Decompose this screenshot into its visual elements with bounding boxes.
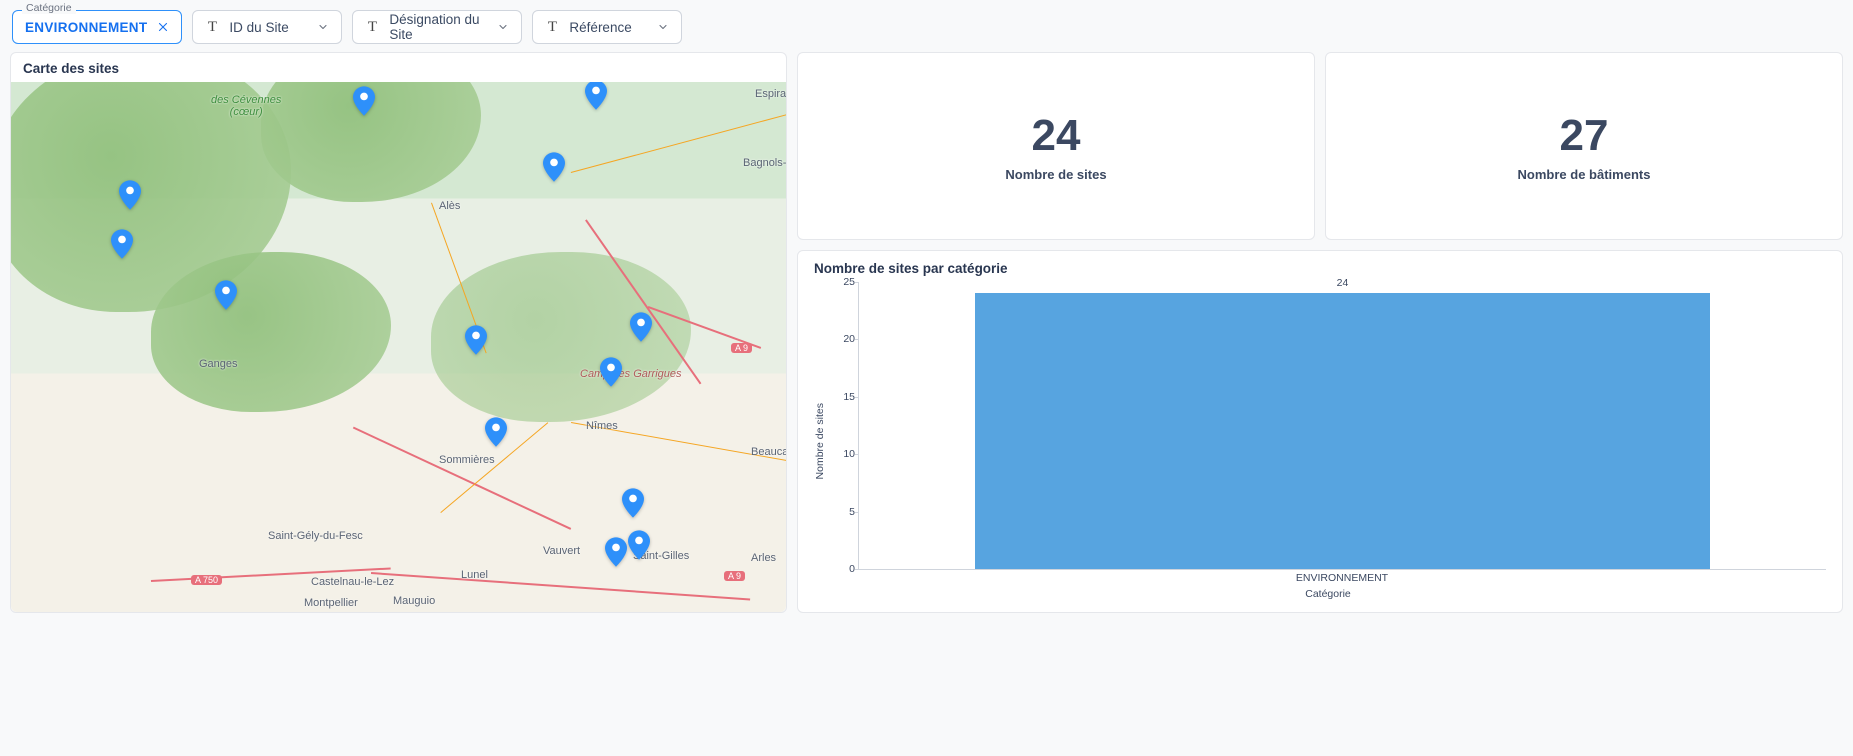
- chart-card: Nombre de sites par catégorie Nombre de …: [797, 250, 1843, 613]
- right-column: 24 Nombre de sites 27 Nombre de bâtiment…: [797, 52, 1843, 613]
- map-pin[interactable]: [465, 325, 487, 355]
- map-pin[interactable]: [585, 82, 607, 110]
- chart-bar-label: 24: [975, 277, 1710, 289]
- chevron-down-icon: [317, 21, 329, 33]
- chart-ytick: 25: [831, 276, 855, 288]
- map-town-label: Saint-Gély-du-Fesc: [268, 530, 363, 542]
- stat-sites: 24 Nombre de sites: [797, 52, 1315, 240]
- map-town-label: Vauvert: [543, 545, 580, 557]
- map-town-label: Alès: [439, 200, 460, 212]
- road-badge: A 9: [724, 571, 745, 581]
- map-pin[interactable]: [119, 180, 141, 210]
- filter-site-id-pill[interactable]: T ID du Site: [192, 10, 342, 44]
- filter-reference: T Référence: [532, 10, 682, 44]
- text-icon: T: [205, 19, 219, 36]
- map-town-label: Beaucaire: [751, 446, 786, 458]
- map-town-label: Espira: [755, 88, 786, 100]
- map-pin[interactable]: [605, 537, 627, 567]
- map-pin[interactable]: [111, 229, 133, 259]
- filter-category-value: ENVIRONNEMENT: [25, 20, 147, 35]
- map-pin[interactable]: [215, 280, 237, 310]
- chart-ytick: 5: [831, 506, 855, 518]
- stats-row: 24 Nombre de sites 27 Nombre de bâtiment…: [797, 52, 1843, 240]
- map-pin[interactable]: [630, 312, 652, 342]
- map-town-label: Sommières: [439, 454, 495, 466]
- chart-xlabel: Catégorie: [830, 588, 1826, 600]
- filter-site-id: T ID du Site: [192, 10, 342, 44]
- filter-category: Catégorie ENVIRONNEMENT: [12, 10, 182, 44]
- map-town-label: Bagnols-sur-Cèze: [743, 157, 786, 169]
- chart-ytick: 10: [831, 448, 855, 460]
- chart: Nombre de sites 051015202524 ENVIRONNEME…: [814, 282, 1826, 600]
- map-town-label: Lunel: [461, 569, 488, 581]
- map-title: Carte des sites: [11, 53, 786, 76]
- map-pin[interactable]: [622, 488, 644, 518]
- filter-designation-label: Désignation du Site: [389, 12, 487, 42]
- stat-buildings-label: Nombre de bâtiments: [1518, 167, 1651, 182]
- chart-ytick: 15: [831, 391, 855, 403]
- main-grid: Carte des sites des Cévennes(cœur) Alès Ga…: [0, 52, 1853, 623]
- chart-ylabel: Nombre de sites: [814, 403, 826, 479]
- chevron-down-icon: [657, 21, 669, 33]
- chart-ytick: 20: [831, 333, 855, 345]
- filter-designation: T Désignation du Site: [352, 10, 522, 44]
- filter-bar: Catégorie ENVIRONNEMENT T ID du Site T D…: [0, 0, 1853, 52]
- chart-plot[interactable]: 051015202524: [858, 282, 1826, 570]
- chart-ytick: 0: [831, 563, 855, 575]
- road-badge: A 9: [731, 343, 752, 353]
- map-town-label: Arles: [751, 552, 776, 564]
- map-pin[interactable]: [543, 152, 565, 182]
- map[interactable]: des Cévennes(cœur) Alès Ganges Nîmes Sommièr…: [11, 82, 786, 612]
- stat-sites-label: Nombre de sites: [1005, 167, 1106, 182]
- map-town-label: Camp des Garrigues: [580, 368, 682, 380]
- filter-category-label: Catégorie: [22, 2, 76, 14]
- filter-site-id-label: ID du Site: [229, 20, 307, 35]
- stat-buildings: 27 Nombre de bâtiments: [1325, 52, 1843, 240]
- map-town-label: Montpellier: [304, 597, 358, 609]
- stat-sites-value: 24: [1032, 111, 1081, 161]
- filter-designation-pill[interactable]: T Désignation du Site: [352, 10, 522, 44]
- road-badge: A 750: [191, 575, 222, 585]
- chart-bar[interactable]: 24: [975, 293, 1710, 569]
- filter-reference-pill[interactable]: T Référence: [532, 10, 682, 44]
- map-card: Carte des sites des Cévennes(cœur) Alès Ga…: [10, 52, 787, 613]
- text-icon: T: [365, 19, 379, 36]
- map-pin[interactable]: [353, 86, 375, 116]
- map-town-label: des Cévennes(cœur): [211, 94, 281, 118]
- clear-category-icon[interactable]: [157, 21, 169, 33]
- chevron-down-icon: [497, 21, 509, 33]
- map-town-label: Mauguio: [393, 595, 435, 607]
- text-icon: T: [545, 19, 559, 36]
- stat-buildings-value: 27: [1560, 111, 1609, 161]
- map-pin[interactable]: [628, 530, 650, 560]
- filter-reference-label: Référence: [569, 20, 647, 35]
- filter-category-pill[interactable]: ENVIRONNEMENT: [12, 10, 182, 44]
- map-town-label: Castelnau-le-Lez: [311, 576, 394, 588]
- chart-xcategory: ENVIRONNEMENT: [858, 572, 1826, 584]
- map-pin[interactable]: [600, 357, 622, 387]
- map-town-label: Ganges: [199, 358, 238, 370]
- map-town-label: Nîmes: [586, 420, 618, 432]
- map-pin[interactable]: [485, 417, 507, 447]
